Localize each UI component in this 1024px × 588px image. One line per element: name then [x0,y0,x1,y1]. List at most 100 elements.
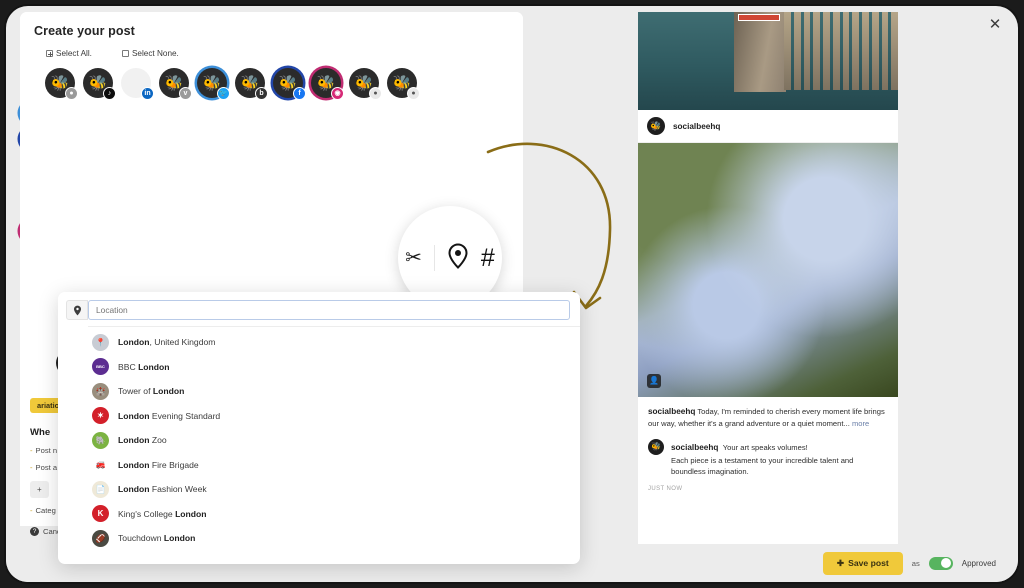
app-window: ariation Whe - Post n - Post a + - Categ… [6,6,1018,582]
preview-account-name: socialbeehq [673,121,721,131]
preview-caption: socialbeehq Today, I'm reminded to cheri… [648,406,888,430]
account-avatar-twitter[interactable]: 🐝 🐦 [197,68,230,100]
location-result-icon: 📍 [92,333,109,351]
bullet-dash: - [30,463,33,472]
bullet-dash: - [30,446,33,455]
save-post-label: Save post [848,558,889,568]
avatar: 🐝 [648,438,664,455]
location-result-item[interactable]: 🐘 London Zoo [88,428,580,453]
magnified-hashtag-icon: # [480,243,495,272]
select-all-icon [46,50,53,57]
account-avatar-account-10[interactable]: 🐝 ● [387,68,420,100]
location-search-input[interactable] [88,300,570,320]
location-result-item[interactable]: 📄 London Fashion Week [88,477,580,502]
location-result-item[interactable]: 📍 London, United Kingdom [88,330,580,355]
location-result-label: London Zoo [118,435,167,446]
location-result-icon: K [92,505,109,523]
account-10-badge-icon: ● [407,87,420,100]
facebook-badge-icon: f [293,87,306,100]
location-result-label: London, United Kingdom [118,337,216,348]
account-avatar-bluesky[interactable]: 🐝 b [235,68,268,100]
linkedin-badge-icon: in [141,87,154,100]
location-result-label: King's College London [118,508,207,519]
preview-photo-main: 👤 [638,143,898,397]
reply-body: socialbeehq Your art speaks volumes! Eac… [671,437,888,478]
location-result-icon: BBC [92,358,109,376]
preview-reply: 🐝 socialbeehq Your art speaks volumes! E… [648,437,888,478]
select-controls: Select All. Select None. [46,49,509,58]
location-result-label: London Fashion Week [118,484,207,495]
location-result-label: BBC London [118,361,170,372]
page-title: Create your post [34,24,135,38]
select-none-icon [121,50,129,57]
location-result-icon: 🏈 [92,529,109,547]
select-none-label: Select None. [131,49,179,58]
account-avatar-linkedin[interactable]: in [121,68,154,100]
caption-author: socialbeehq [648,407,696,416]
pier-piles [784,12,898,90]
location-results-list: 📍 London, United Kingdom BBC BBC London 🏰 Tow… [88,326,580,551]
account-avatar-instagram[interactable]: 🐝 ◉ [311,68,344,100]
account-avatar-threads[interactable]: 🐝 ● [45,68,78,100]
location-result-item[interactable]: BBC BBC London [88,355,580,380]
screenshot-root: ariation Whe - Post n - Post a + - Categ… [0,0,1024,588]
bullet-dash: - [30,506,33,515]
location-result-label: London Evening Standard [118,410,221,421]
save-post-button[interactable]: ✚ Save post [822,551,903,575]
add-button[interactable]: + [30,481,49,498]
location-dropdown-panel: 📍 London, United Kingdom BBC BBC London 🏰 Tow… [58,292,580,564]
location-search-row [58,292,580,326]
reply-author: socialbeehq [671,442,719,452]
approved-label: Approved [961,558,996,568]
account-avatar-account-9[interactable]: 🐝 ● [349,68,382,100]
location-result-item[interactable]: 🏰 Tower of London [88,379,580,404]
location-result-label: London Fire Brigade [118,459,199,470]
reply-text-1: Your art speaks volumes! [722,442,808,452]
location-result-item[interactable]: K King's College London [88,502,580,527]
account-avatar-vimeo[interactable]: 🐝 v [159,68,192,100]
location-pin-icon [66,300,88,320]
location-result-icon: ✶ [92,407,109,425]
post-at-label: Post a [35,463,58,472]
location-result-label: Touchdown London [118,533,196,544]
select-all-label: Select All. [56,49,92,58]
approved-toggle[interactable] [928,556,953,570]
vimeo-badge-icon: v [179,87,192,100]
location-result-label: Tower of London [118,386,185,397]
twitter-badge-icon: 🐦 [217,87,230,100]
pier-sign [738,14,780,21]
location-result-icon: 🚒 [95,460,106,470]
tiktok-badge-icon: ♪ [103,87,116,100]
magnifier-divider [433,245,435,271]
reply-text-2: Each piece is a testament to your incred… [671,455,854,477]
preview-post-header: 🐝 socialbeehq [638,110,898,143]
magnified-location-pin-icon [447,242,469,274]
preview-caption-area: socialbeehq Today, I'm reminded to cheri… [638,397,898,499]
threads-badge-icon: ● [65,87,78,100]
pier-shape [734,12,786,92]
preview-timestamp: JUST NOW [648,486,683,493]
location-result-item[interactable]: ✶ London Evening Standard [88,404,580,429]
plus-icon: ✚ [836,557,845,568]
as-label: as [911,558,920,568]
tagged-user-icon[interactable]: 👤 [647,374,661,388]
instagram-badge-icon: ◉ [331,87,344,100]
avatar: 🐝 [647,117,665,135]
location-result-item[interactable]: 🏈 Touchdown London [88,526,580,551]
location-result-item[interactable]: 🚒 London Fire Brigade [88,453,580,478]
help-icon: ? [30,527,39,536]
location-result-icon: 🏰 [92,382,109,400]
location-result-icon: 🐘 [92,431,109,449]
post-now-label: Post n [35,446,58,455]
preview-photo-top [638,12,898,110]
bluesky-badge-icon: b [255,87,268,100]
close-icon[interactable]: ✕ [986,16,1004,34]
select-all-button[interactable]: Select All. [46,49,92,58]
account-9-badge-icon: ● [369,87,382,100]
select-none-button[interactable]: Select None. [121,49,179,58]
account-avatar-facebook[interactable]: 🐝 f [273,68,306,100]
post-preview-column: 🐝 socialbeehq 👤 socialbeehq Today, I'm r… [638,12,898,546]
caption-more-link[interactable]: more [852,419,869,428]
magnified-cut-icon: ✂ [405,247,422,269]
account-avatar-tiktok[interactable]: 🐝 ♪ [83,68,116,100]
